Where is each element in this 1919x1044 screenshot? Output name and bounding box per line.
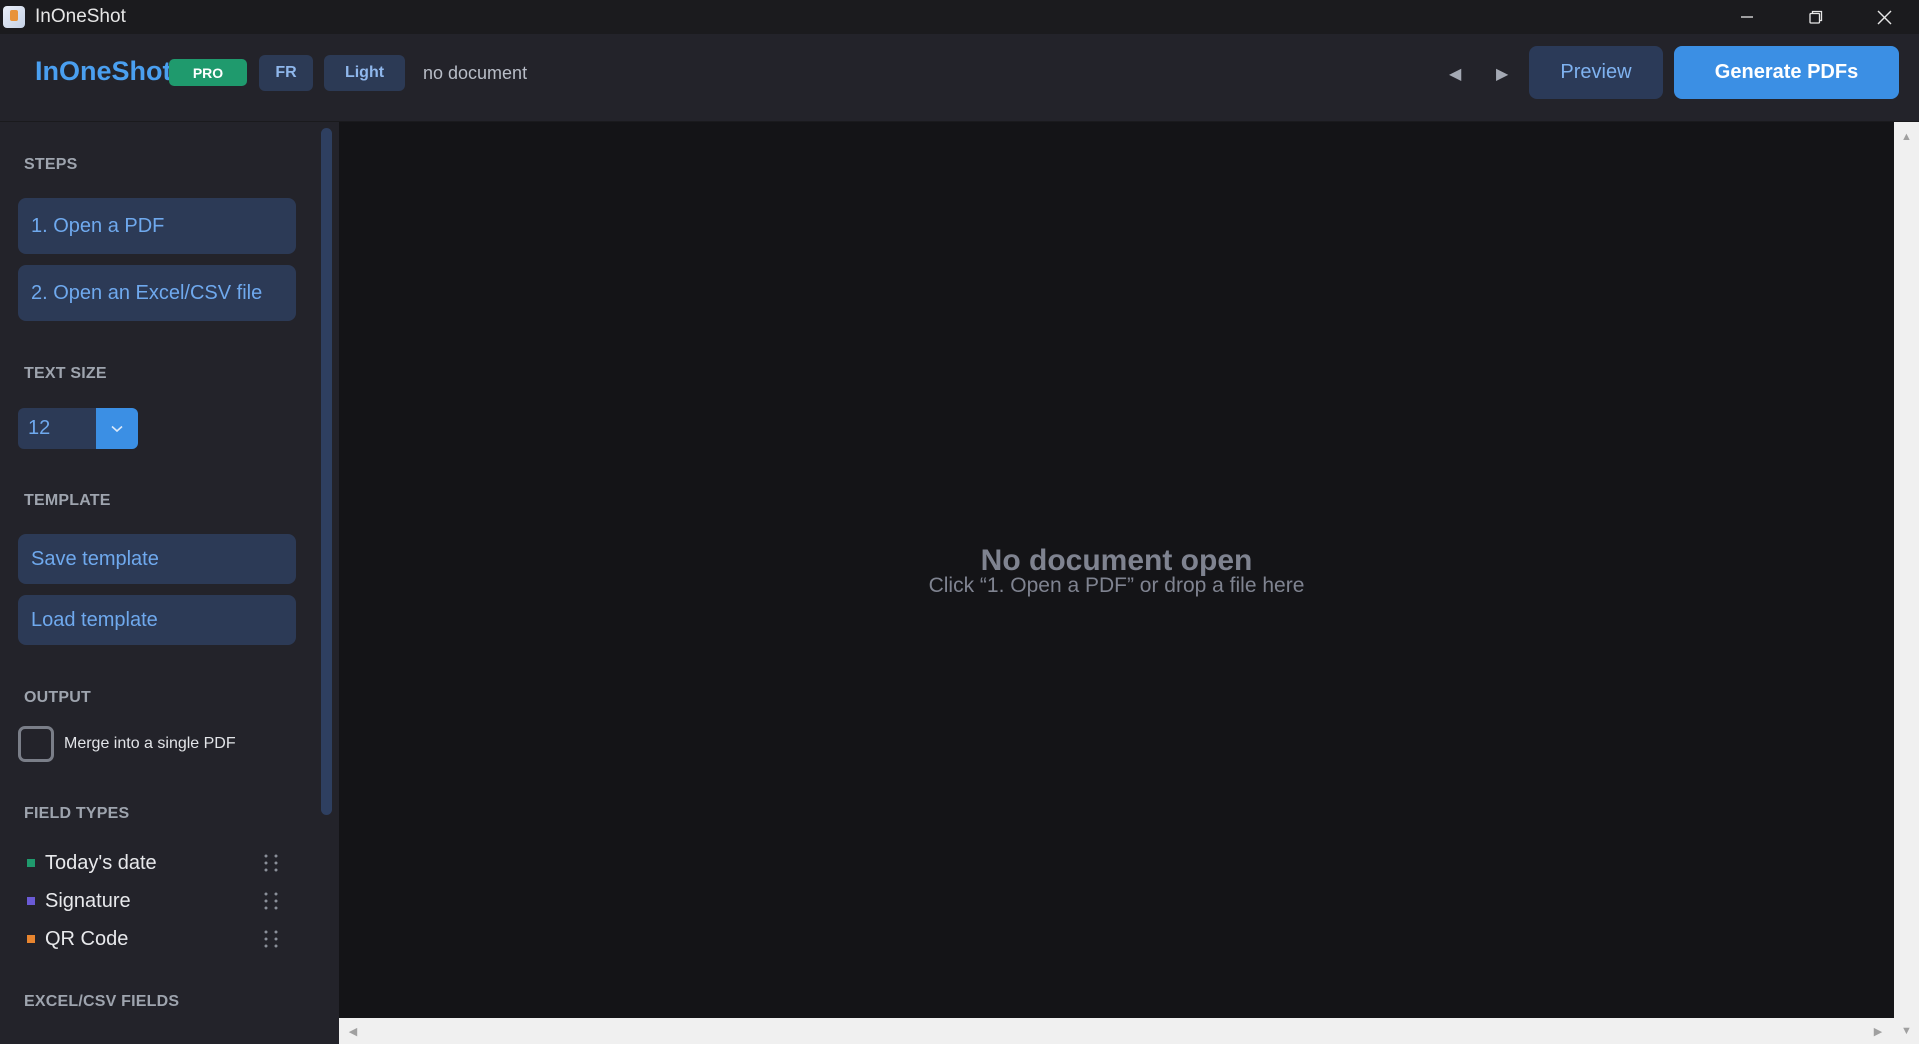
drag-handle-icon[interactable] [259,891,281,911]
field-type-label: Signature [45,889,131,912]
sidebar: STEPS 1. Open a PDF 2. Open an Excel/CSV… [0,122,339,1044]
qr-color-swatch [27,935,35,943]
minimize-icon [1740,16,1753,18]
document-status: no document [423,63,528,83]
template-section-title: TEMPLATE [24,492,111,509]
text-size-section-title: TEXT SIZE [24,365,107,382]
drag-handle-icon[interactable] [259,929,281,949]
date-color-swatch [27,859,35,867]
canvas-horizontal-scrollbar[interactable]: ◀ ▶ [339,1018,1894,1044]
field-type-qr-code[interactable]: QR Code [27,925,289,953]
field-type-todays-date[interactable]: Today's date [27,849,289,877]
canvas-vertical-scrollbar[interactable]: ▲ ▼ [1894,122,1919,1044]
field-types-section-title: FIELD TYPES [24,805,130,822]
open-pdf-button[interactable]: 1. Open a PDF [18,198,296,254]
merge-checkbox[interactable] [18,726,54,762]
field-type-signature[interactable]: Signature [27,887,289,915]
close-icon [1877,10,1892,24]
output-section-title: OUTPUT [24,689,91,706]
preview-button[interactable]: Preview [1529,46,1663,99]
language-toggle-button[interactable]: FR [259,55,313,91]
excel-csv-fields-section-title: EXCEL/CSV FIELDS [24,993,180,1010]
previous-page-arrow-icon[interactable]: ◀ [1449,64,1461,84]
scroll-left-icon[interactable]: ◀ [341,1018,365,1044]
chevron-down-icon[interactable] [96,408,138,449]
empty-state-title: No document open [980,544,1253,577]
app-icon [3,6,25,28]
empty-state-subtitle: Click “1. Open a PDF” or drop a file her… [928,574,1305,597]
title-bar: InOneShot [0,0,1919,34]
steps-section-title: STEPS [24,156,78,173]
document-canvas[interactable]: No document open Click “1. Open a PDF” o… [339,122,1894,1018]
scroll-up-icon[interactable]: ▲ [1894,126,1919,148]
app-header: InOneShot PRO FR Light no document ◀ ▶ P… [0,34,1919,122]
sidebar-scrollbar[interactable] [321,128,332,815]
close-button[interactable] [1850,0,1919,34]
field-type-label: QR Code [45,927,129,950]
minimize-button[interactable] [1712,0,1781,34]
maximize-button[interactable] [1781,0,1850,34]
save-template-button[interactable]: Save template [18,534,296,584]
text-size-select[interactable]: 12 [18,408,138,449]
restore-icon [1808,10,1822,24]
next-page-arrow-icon[interactable]: ▶ [1496,64,1508,84]
pro-badge: PRO [169,59,247,86]
window-title: InOneShot [35,6,126,27]
theme-toggle-button[interactable]: Light [324,55,405,91]
field-type-label: Today's date [45,851,157,874]
drag-handle-icon[interactable] [259,853,281,873]
generate-pdfs-button[interactable]: Generate PDFs [1674,46,1899,99]
window-controls [1712,0,1919,34]
merge-option-row[interactable]: Merge into a single PDF [18,726,236,762]
brand-logo: InOneShot [35,56,172,86]
merge-checkbox-label: Merge into a single PDF [64,735,236,752]
open-excel-csv-button[interactable]: 2. Open an Excel/CSV file [18,265,296,321]
scroll-right-icon[interactable]: ▶ [1866,1018,1890,1044]
scroll-down-icon[interactable]: ▼ [1894,1020,1919,1042]
load-template-button[interactable]: Load template [18,595,296,645]
signature-color-swatch [27,897,35,905]
text-size-value[interactable]: 12 [18,408,96,449]
